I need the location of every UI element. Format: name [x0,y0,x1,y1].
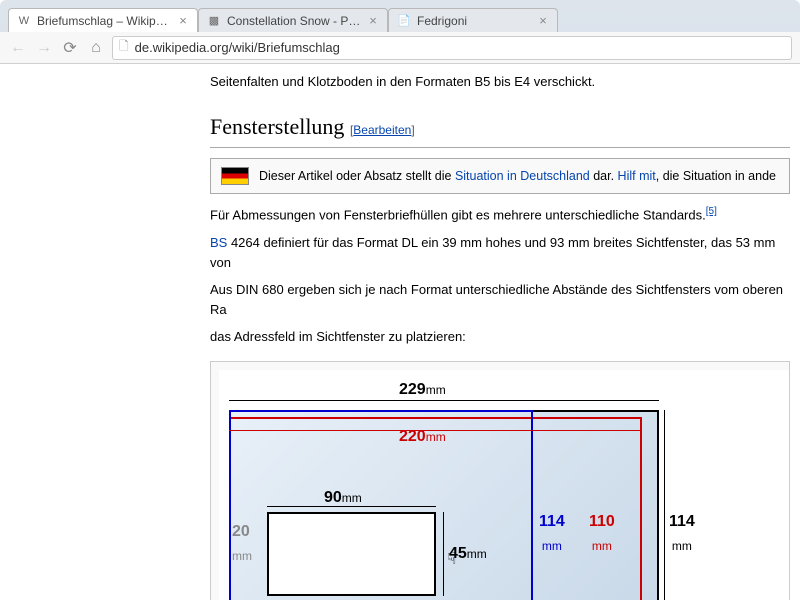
dim-line [443,512,444,596]
url-text: de.wikipedia.org/wiki/Briefumschlag [135,40,340,55]
edit-link[interactable]: Bearbeiten [353,123,411,137]
dim-229: 229mm [399,378,446,402]
favicon-wikipedia: W [17,14,31,28]
close-icon[interactable]: × [367,15,379,27]
reload-button[interactable]: ⟳ [60,38,80,58]
section-heading: Fensterstellung [Bearbeiten] [210,110,790,148]
tab-title: Fedrigoni [417,14,531,28]
country-notice: Dieser Artikel oder Absatz stellt die Si… [210,158,790,195]
close-icon[interactable]: × [537,15,549,27]
reference-link[interactable]: [5] [706,206,717,217]
bracket: ] [411,123,414,137]
address-bar[interactable]: 🗋 de.wikipedia.org/wiki/Briefumschlag [112,36,792,60]
forward-button[interactable]: → [34,38,54,58]
text: Dieser Artikel oder Absatz stellt die [259,169,455,183]
paragraph: Seitenfalten und Klotzboden in den Forma… [210,72,790,92]
paragraph: BS 4264 definiert für das Format DL ein … [210,233,790,272]
paragraph: Aus DIN 680 ergeben sich je nach Format … [210,280,790,319]
situation-link[interactable]: Situation in Deutschland [455,169,590,183]
back-button[interactable]: ← [8,38,28,58]
toolbar: ← → ⟳ ⌂ 🗋 de.wikipedia.org/wiki/Briefums… [0,32,800,64]
envelope-diagram[interactable]: 229mm 220mm 90mm 45mm 20mm ↕15mm 11 [219,370,789,600]
dim-line [664,410,665,600]
home-button[interactable]: ⌂ [86,38,106,58]
notice-text: Dieser Artikel oder Absatz stellt die Si… [259,167,776,186]
dim-114-black: 114mm [669,510,695,558]
paragraph: Für Abmessungen von Fensterbriefhüllen g… [210,204,790,225]
dim-114-blue: 114mm [539,510,565,558]
page-content: Seitenfalten und Klotzboden in den Forma… [0,64,800,600]
bs-link[interactable]: BS [210,235,227,250]
text: Für Abmessungen von Fensterbriefhüllen g… [210,208,706,223]
tabs-bar: W Briefumschlag – Wikipedia × ▩ Constell… [0,0,800,32]
germany-flag-icon [221,167,249,185]
text: 4264 definiert für das Format DL ein 39 … [210,235,775,270]
tab-title: Briefumschlag – Wikipedia [37,14,171,28]
favicon-generic: 📄 [397,14,411,28]
tab-wikipedia[interactable]: W Briefumschlag – Wikipedia × [8,8,198,32]
paragraph: das Adressfeld im Sichtfenster zu platzi… [210,327,790,347]
page-icon: 🗋 [119,37,129,58]
help-link[interactable]: Hilf mit [618,169,656,183]
envelope-window [267,512,436,596]
tab-fedrigoni[interactable]: 📄 Fedrigoni × [388,8,558,32]
heading-text: Fensterstellung [210,114,344,139]
diagram-container: 229mm 220mm 90mm 45mm 20mm ↕15mm 11 [210,361,790,600]
browser-window: W Briefumschlag – Wikipedia × ▩ Constell… [0,0,800,600]
tab-constellation[interactable]: ▩ Constellation Snow - Pape × [198,8,388,32]
favicon-generic: ▩ [207,14,221,28]
text: dar. [590,169,618,183]
article-body: Seitenfalten und Klotzboden in den Forma… [200,72,800,600]
dim-20: 20mm [232,520,252,568]
dim-90: 90mm [324,486,362,510]
dim-220: 220mm [399,425,446,449]
close-icon[interactable]: × [177,15,189,27]
dim-45: 45mm [449,542,487,566]
dim-110: 110mm [589,510,615,558]
tab-title: Constellation Snow - Pape [227,14,361,28]
text: , die Situation in ande [656,169,776,183]
